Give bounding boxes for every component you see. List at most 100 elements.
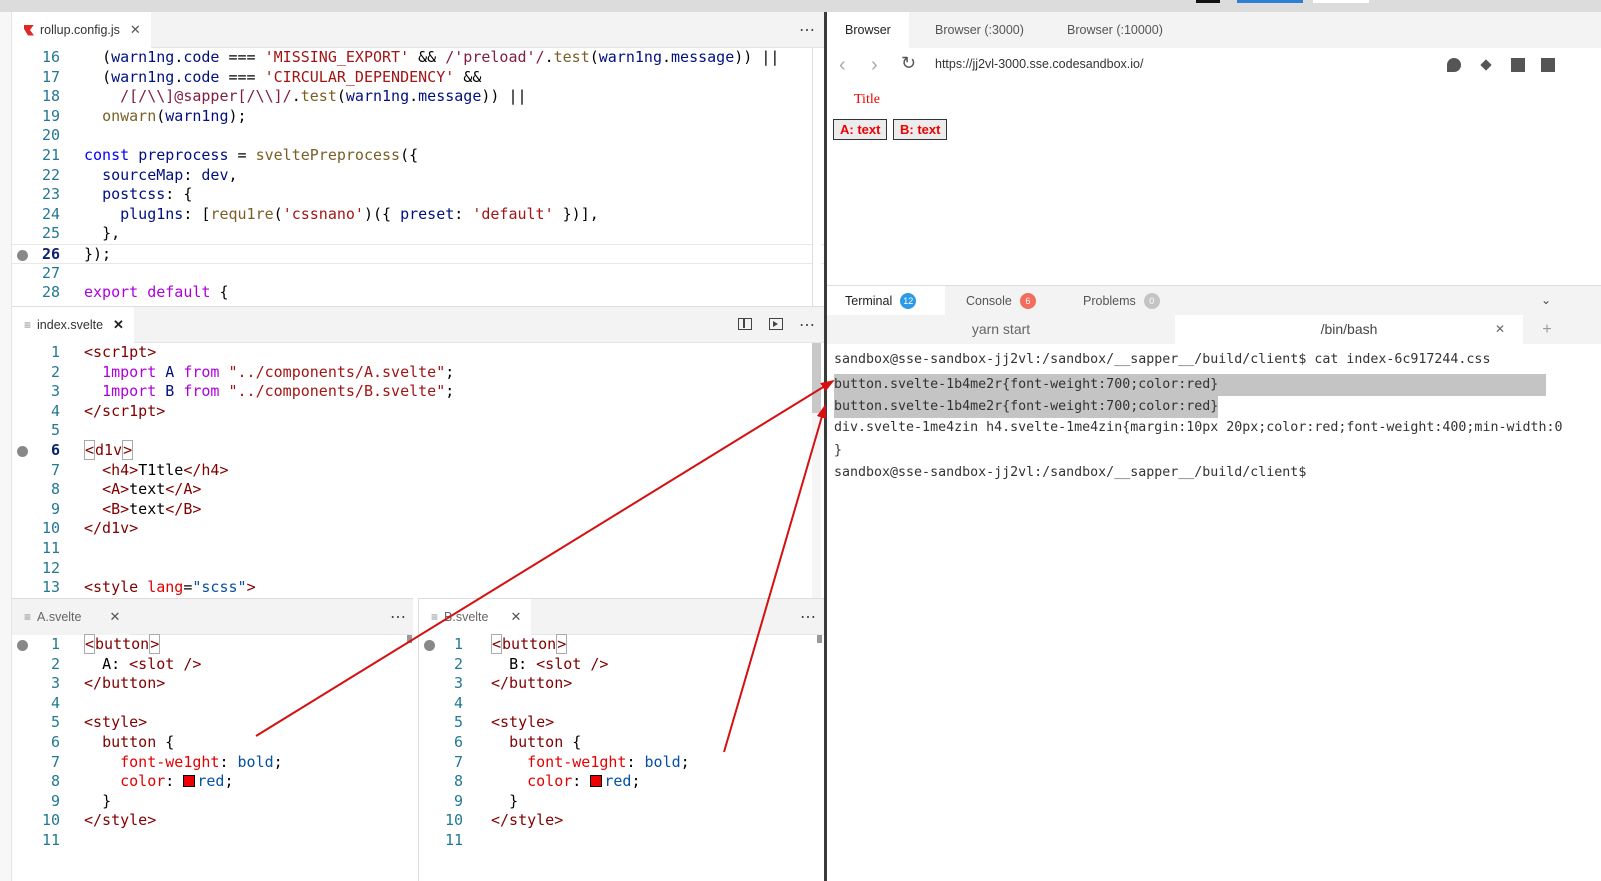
- code-line[interactable]: 4: [12, 694, 413, 714]
- more-actions-icon[interactable]: ⋯: [800, 607, 817, 627]
- code-line[interactable]: 7 font-we1ght: bold;: [419, 753, 824, 773]
- code-line[interactable]: 8 color: red;: [12, 772, 413, 792]
- code-line[interactable]: 1 <button>: [12, 634, 413, 655]
- code-line[interactable]: 6 button {: [419, 733, 824, 753]
- code-line[interactable]: 9 <B>text</B>: [12, 500, 824, 520]
- more-actions-icon[interactable]: ⋯: [799, 315, 816, 335]
- tab-a-svelte[interactable]: ≡ A.svelte ✕: [12, 599, 131, 635]
- close-icon[interactable]: ✕: [113, 317, 124, 333]
- tab-label: B.svelte: [444, 610, 489, 624]
- code-line[interactable]: 7 font-we1ght: bold;: [12, 753, 413, 773]
- code-text: <style>: [491, 713, 555, 732]
- code-line[interactable]: 5: [12, 421, 824, 441]
- terminal-tab-yarn-start[interactable]: yarn start: [827, 315, 1175, 344]
- scrollbar-thumb[interactable]: [817, 635, 822, 643]
- code-line[interactable]: 8 color: red;: [419, 772, 824, 792]
- code-line[interactable]: 16 (warn1ng.code === 'MISSING_EXPORT' &&…: [12, 48, 824, 68]
- code-line[interactable]: 10 </style>: [12, 811, 413, 831]
- tab-browser[interactable]: Browser: [827, 12, 909, 48]
- code-line[interactable]: 20: [12, 126, 824, 146]
- code-line[interactable]: 5 <style>: [12, 713, 413, 733]
- code-line[interactable]: 23 postcss: {: [12, 185, 824, 205]
- code-line[interactable]: 22 sourceMap: dev,: [12, 166, 824, 186]
- code-line[interactable]: 11: [419, 831, 824, 851]
- code-line[interactable]: 2 1mport A from "../components/A.svelte"…: [12, 363, 824, 383]
- tab-label: /bin/bash: [1320, 321, 1378, 337]
- scrollbar-thumb[interactable]: [812, 343, 821, 413]
- tab-rollup-config[interactable]: rollup.config.js ✕: [12, 12, 151, 48]
- code-line[interactable]: 4: [419, 694, 824, 714]
- code-line[interactable]: 24 plug1ns: [requ1re('cssnano')({ preset…: [12, 205, 824, 225]
- code-line[interactable]: 6 <d1v>: [12, 439, 824, 461]
- line-number: 5: [50, 713, 60, 732]
- code-line[interactable]: 12: [12, 559, 824, 579]
- code-line[interactable]: 11: [12, 539, 824, 559]
- tab-label: Terminal: [845, 294, 893, 308]
- tab-browser-10000[interactable]: Browser (:10000): [1049, 12, 1181, 48]
- code-line[interactable]: 10 </d1v>: [12, 519, 824, 539]
- code-line[interactable]: 11: [12, 831, 413, 851]
- line-number: 24: [41, 204, 60, 223]
- preview-button-b[interactable]: B: text: [893, 119, 948, 140]
- tab-index-svelte[interactable]: ≡ index.svelte ✕: [12, 307, 134, 343]
- code-line[interactable]: 1 <button>: [419, 634, 824, 655]
- back-icon[interactable]: ‹: [839, 54, 846, 77]
- code-line[interactable]: 17 (warn1ng.code === 'CIRCULAR_DEPENDENC…: [12, 68, 824, 88]
- code-line[interactable]: 25 },: [12, 224, 824, 244]
- code-text: (warn1ng.code === 'CIRCULAR_DEPENDENCY' …: [102, 67, 482, 86]
- comment-icon[interactable]: [1447, 58, 1461, 72]
- code-line[interactable]: 19 onwarn(warn1ng);: [12, 107, 824, 127]
- split-editor-icon[interactable]: [738, 318, 752, 330]
- forward-icon[interactable]: ›: [871, 54, 878, 77]
- code-line[interactable]: 9 }: [419, 792, 824, 812]
- code-line[interactable]: 4 </scr1pt>: [12, 402, 824, 422]
- open-window-icon[interactable]: [1541, 58, 1555, 72]
- code-line[interactable]: 26});: [12, 243, 824, 264]
- tab-terminal[interactable]: Terminal 12: [827, 286, 945, 316]
- code-line[interactable]: 21 const preprocess = sveltePreprocess({: [12, 146, 824, 166]
- code-line[interactable]: 6 button {: [12, 733, 413, 753]
- close-icon[interactable]: ✕: [130, 22, 141, 38]
- code-line[interactable]: 8 <A>text</A>: [12, 480, 824, 500]
- code-line[interactable]: 2 B: <slot />: [419, 655, 824, 675]
- close-icon[interactable]: ✕: [1495, 315, 1505, 344]
- tab-problems[interactable]: Problems 0: [1065, 286, 1178, 316]
- preview-icon[interactable]: [769, 318, 783, 330]
- scrollbar[interactable]: [812, 48, 821, 306]
- code-line[interactable]: 3 </button>: [12, 674, 413, 694]
- line-number: 8: [50, 480, 60, 499]
- move-icon[interactable]: [1479, 58, 1493, 72]
- line-number: 9: [50, 791, 60, 810]
- code-line[interactable]: 10 </style>: [419, 811, 824, 831]
- terminal-output[interactable]: sandbox@sse-sandbox-jj2vl:/sandbox/__sap…: [827, 344, 1601, 881]
- line-number: 3: [50, 382, 60, 401]
- more-actions-icon[interactable]: ⋯: [390, 607, 407, 627]
- more-actions-icon[interactable]: ⋯: [799, 20, 816, 40]
- code-line[interactable]: 2 A: <slot />: [12, 655, 413, 675]
- tab-console[interactable]: Console 6: [948, 286, 1054, 316]
- code-line[interactable]: 13 <style lang="scss">: [12, 578, 824, 598]
- code-line[interactable]: 5 <style>: [419, 713, 824, 733]
- code-line[interactable]: 28 export default {: [12, 283, 824, 303]
- tab-browser-3000[interactable]: Browser (:3000): [917, 12, 1042, 48]
- url-field[interactable]: https://jj2vl-3000.sse.codesandbox.io/: [935, 57, 1143, 71]
- code-line[interactable]: 9 }: [12, 792, 413, 812]
- line-number: 1: [453, 635, 463, 653]
- copy-icon[interactable]: [1511, 58, 1525, 72]
- tab-b-svelte[interactable]: ≡ B.svelte ✕: [419, 599, 532, 635]
- code-line[interactable]: 3 </button>: [419, 674, 824, 694]
- chevron-down-icon[interactable]: ⌄: [1541, 293, 1551, 307]
- add-terminal-button[interactable]: +: [1527, 315, 1567, 344]
- refresh-icon[interactable]: ↻: [901, 53, 916, 74]
- line-number: 19: [41, 106, 60, 125]
- close-icon[interactable]: ✕: [109, 609, 120, 625]
- terminal-tab-bin-bash[interactable]: /bin/bash ✕: [1175, 315, 1523, 344]
- code-line[interactable]: 3 1mport B from "../components/B.svelte"…: [12, 382, 824, 402]
- close-icon[interactable]: ✕: [510, 609, 521, 625]
- code-line[interactable]: 18 /[/\\]@sapper[/\\]/.test(warn1ng.mess…: [12, 87, 824, 107]
- scrollbar-thumb[interactable]: [407, 635, 412, 643]
- code-line[interactable]: 7 <h4>T1tle</h4>: [12, 461, 824, 481]
- preview-button-a[interactable]: A: text: [833, 119, 888, 140]
- code-line[interactable]: 1 <scr1pt>: [12, 343, 824, 363]
- code-line[interactable]: 27: [12, 264, 824, 284]
